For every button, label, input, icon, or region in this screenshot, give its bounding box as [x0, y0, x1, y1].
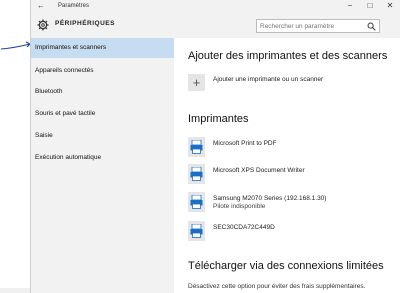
sidebar-item-label: Imprimantes et scanners: [35, 44, 107, 51]
maximize-button[interactable]: □: [363, 0, 377, 12]
sidebar-item-label: Bluetooth: [35, 88, 63, 95]
desktop-background: [0, 0, 31, 293]
back-button[interactable]: ←: [37, 1, 45, 10]
printer-name: SEC30CDA72C449D: [213, 224, 275, 231]
plus-icon: +: [188, 74, 205, 91]
window-title: Paramètres: [58, 3, 90, 9]
add-printer-label: Ajouter une imprimante ou un scanner: [213, 76, 324, 83]
printer-name: Microsoft XPS Document Writer: [213, 167, 305, 174]
printer-name: Microsoft Print to PDF: [213, 140, 277, 147]
settings-header: PÉRIPHÉRIQUES: [31, 12, 400, 38]
printer-item[interactable]: Samsung M2070 Series (192.168.1.30) Pilo…: [188, 192, 398, 216]
sidebar-item-printers-scanners[interactable]: Imprimantes et scanners: [31, 38, 174, 58]
sidebar: Imprimantes et scanners Appareils connec…: [31, 38, 174, 293]
desktop-bottom-strip: [0, 288, 30, 293]
metered-connections-heading: Télécharger via des connexions limitées: [188, 260, 384, 272]
add-devices-heading: Ajouter des imprimantes et des scanners: [188, 50, 388, 62]
settings-window: ← Paramètres − □ ✕ PÉRIPHÉRIQUES Recherc…: [30, 0, 400, 293]
title-bar: ← Paramètres − □ ✕: [31, 0, 400, 12]
sidebar-item-mouse-touchpad[interactable]: Souris et pavé tactile: [31, 104, 174, 124]
printer-status: Pilote indisponible: [213, 203, 266, 210]
printer-item[interactable]: SEC30CDA72C449D: [188, 221, 398, 245]
sidebar-item-label: Exécution automatique: [35, 154, 102, 161]
printer-item[interactable]: Microsoft XPS Document Writer: [188, 164, 398, 188]
sidebar-item-autoplay[interactable]: Exécution automatique: [31, 148, 174, 168]
sidebar-item-label: Appareils connectés: [35, 67, 94, 74]
xps-printer-icon: [188, 164, 205, 184]
sidebar-item-connected-devices[interactable]: Appareils connectés: [31, 61, 174, 81]
search-icon[interactable]: [367, 22, 376, 31]
search-input[interactable]: [257, 20, 371, 32]
close-button[interactable]: ✕: [383, 0, 397, 12]
pdf-printer-icon: [188, 137, 205, 157]
main-content: Ajouter des imprimantes et des scanners …: [174, 38, 400, 293]
sidebar-item-label: Souris et pavé tactile: [35, 110, 96, 117]
sidebar-item-label: Saisie: [35, 132, 53, 139]
printer-name: Samsung M2070 Series (192.168.1.30): [213, 195, 327, 202]
sidebar-item-typing[interactable]: Saisie: [31, 126, 174, 146]
sidebar-item-bluetooth[interactable]: Bluetooth: [31, 82, 174, 102]
printer-icon: [188, 192, 205, 212]
add-printer-button[interactable]: + Ajouter une imprimante ou un scanner: [188, 74, 388, 92]
metered-connections-description: Désactivez cette option pour éviter des …: [188, 283, 366, 290]
gear-icon: [37, 19, 49, 31]
page-title: PÉRIPHÉRIQUES: [55, 20, 115, 27]
printer-item[interactable]: Microsoft Print to PDF: [188, 137, 398, 161]
minimize-button[interactable]: −: [343, 0, 357, 12]
printers-heading: Imprimantes: [188, 113, 249, 125]
printer-icon: [188, 221, 205, 241]
search-box[interactable]: [256, 19, 380, 33]
